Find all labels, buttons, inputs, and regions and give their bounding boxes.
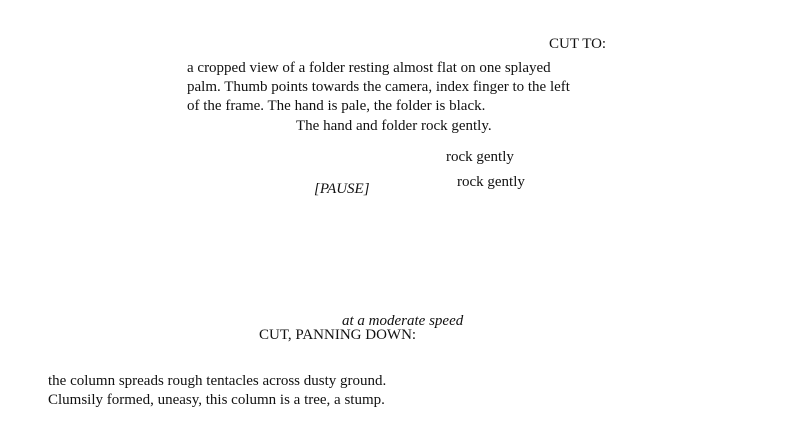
cut-panning-heading: CUT, PANNING DOWN: (259, 327, 417, 343)
cut-to-heading: CUT TO: (549, 36, 607, 52)
final-line-2: Clumsily formed, uneasy, this column is … (48, 392, 385, 408)
pause-direction: [PAUSE] (314, 181, 370, 197)
final-line-1: the column spreads rough tentacles acros… (48, 373, 387, 389)
description-line-3: of the frame. The hand is pale, the fold… (187, 98, 486, 114)
description-line-2: palm. Thumb points towards the camera, i… (187, 79, 570, 95)
action-line: The hand and folder rock gently. (296, 118, 492, 134)
final-paragraph: the column spreads rough tentacles acros… (48, 372, 386, 410)
description-paragraph: a cropped view of a folder resting almos… (187, 59, 570, 116)
rock-gently-note-1: rock gently (446, 149, 514, 165)
rock-gently-note-2: rock gently (457, 174, 525, 190)
description-line-1: a cropped view of a folder resting almos… (187, 60, 551, 76)
